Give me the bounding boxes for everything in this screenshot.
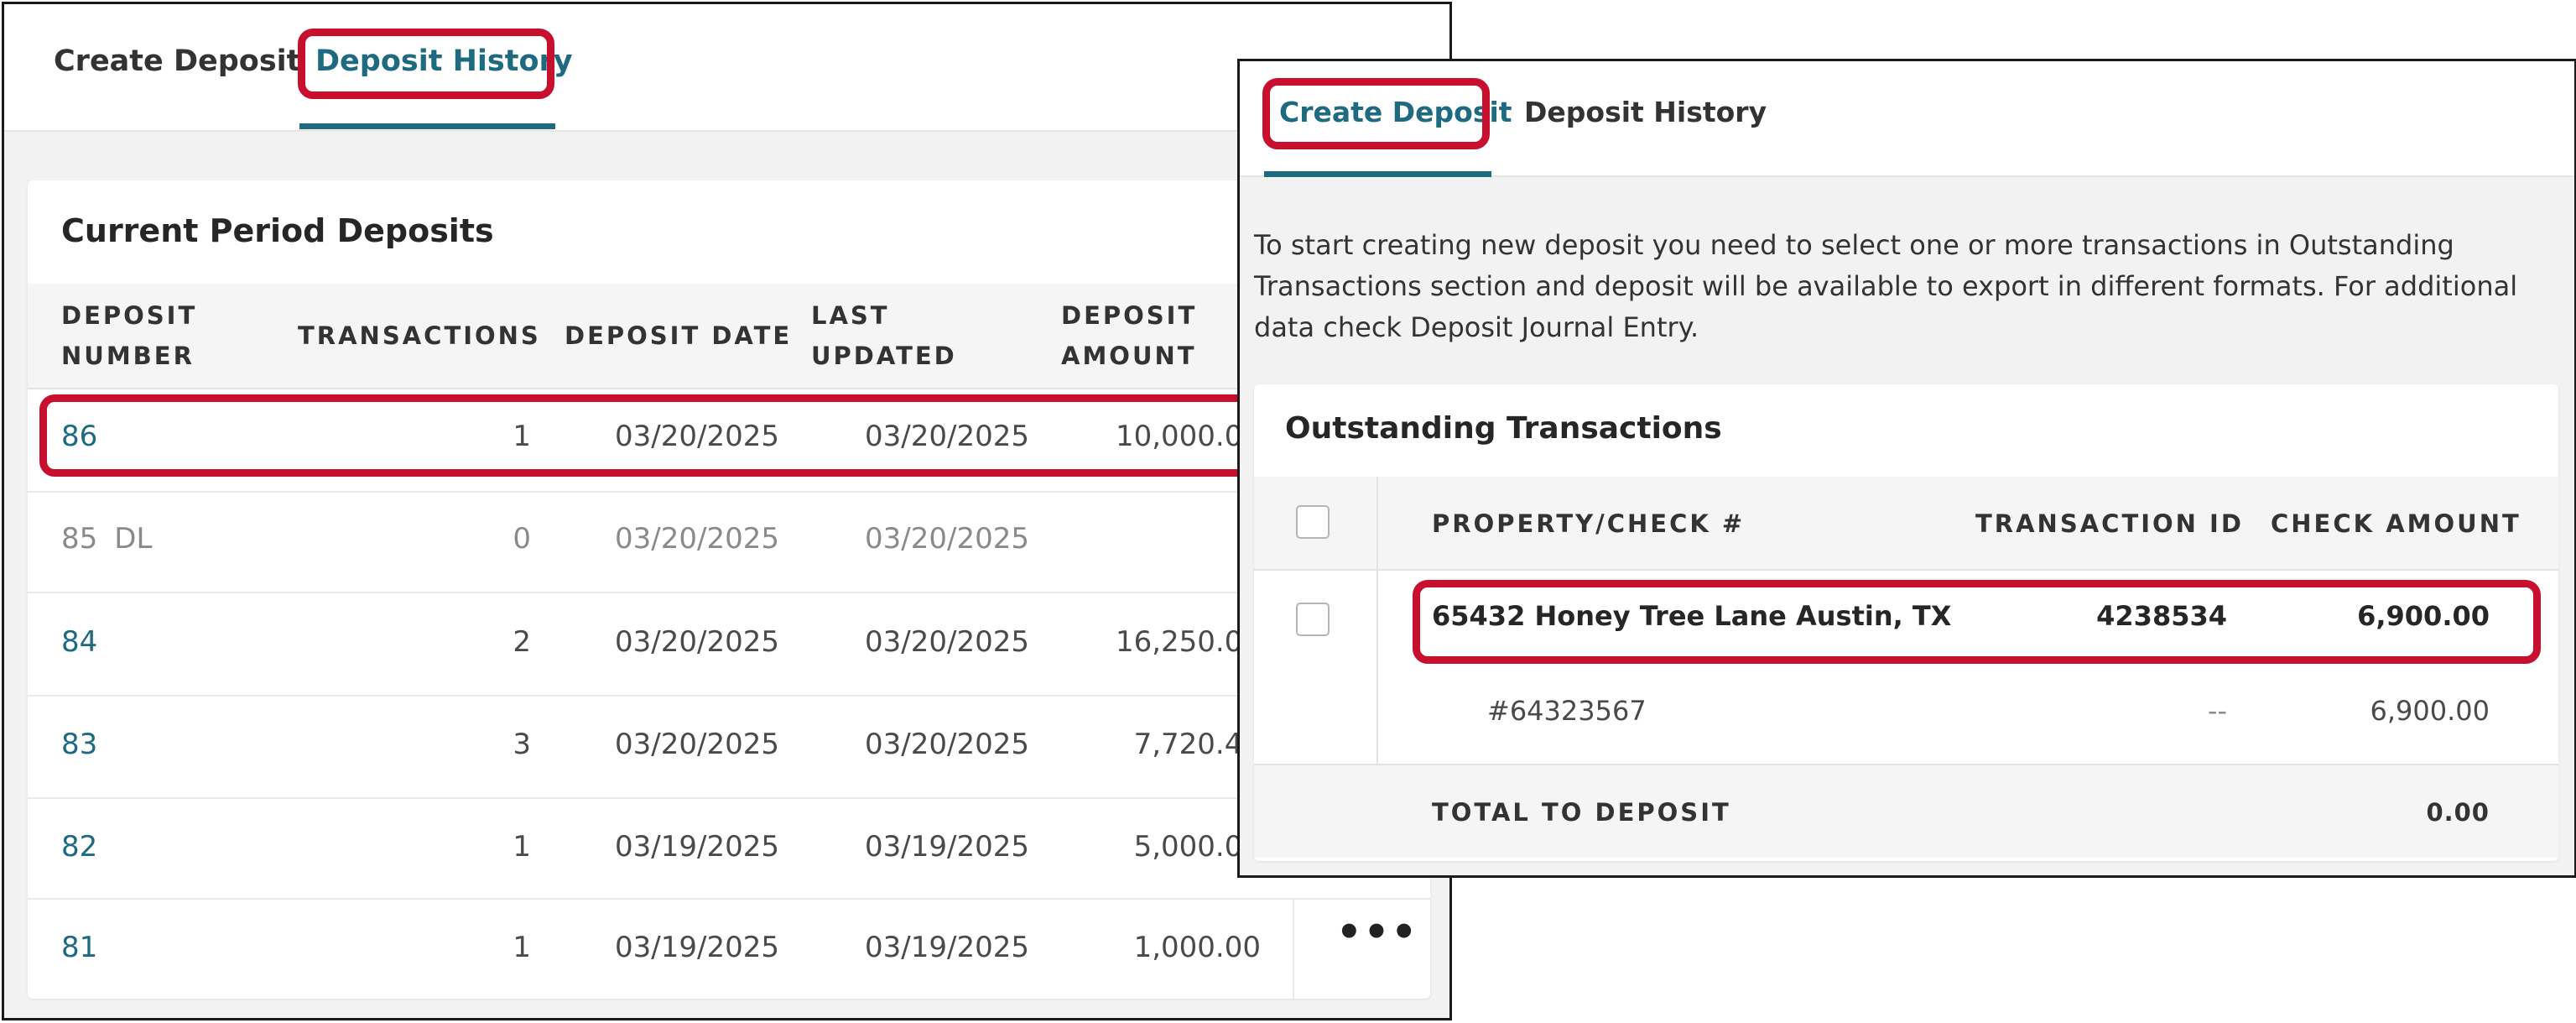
- deposit-number: 85 DL: [61, 522, 153, 556]
- deposit-date: 03/19/2025: [615, 830, 779, 864]
- deposit-amount: 5,000.00: [1133, 830, 1261, 864]
- row-divider: [28, 695, 1430, 697]
- total-row: TOTAL TO DEPOSIT 0.00: [1254, 764, 2558, 858]
- more-actions-button[interactable]: •••: [1336, 909, 1418, 956]
- col-deposit-date: DEPOSIT DATE: [565, 321, 793, 350]
- create-deposit-window: Create Deposit Deposit History To start …: [1237, 59, 2576, 878]
- current-period-deposits-card: Current Period Deposits DEPOSIT NUMBER T…: [28, 180, 1430, 999]
- tab-create-deposit[interactable]: Create Deposit: [54, 44, 300, 78]
- deposit-amount: 16,250.00: [1115, 625, 1261, 659]
- instructions-text: To start creating new deposit you need t…: [1254, 229, 2518, 343]
- card-title: Current Period Deposits: [61, 212, 494, 249]
- active-tab-indicator: [299, 123, 555, 129]
- row-divider: [28, 797, 1430, 799]
- checkbox-column-divider: [1376, 477, 1378, 571]
- deposit-number-link[interactable]: 81: [61, 931, 97, 964]
- select-all-checkbox[interactable]: [1296, 505, 1330, 539]
- deposit-amount: 7,720.46: [1133, 728, 1261, 761]
- transaction-checkbox[interactable]: [1296, 603, 1330, 636]
- checkbox-column-divider: [1376, 571, 1378, 764]
- outstanding-transactions-card: Outstanding Transactions PROPERTY/CHECK …: [1254, 384, 2558, 861]
- deposit-number-link[interactable]: 84: [61, 625, 97, 659]
- transaction-id: 4238534: [2096, 600, 2227, 632]
- tab-deposit-history[interactable]: Deposit History: [315, 44, 573, 78]
- deposit-amount: --: [992, 522, 1261, 556]
- active-tab-indicator: [1264, 171, 1491, 177]
- col-last-updated: LAST UPDATED: [811, 301, 957, 370]
- property-address: 65432 Honey Tree Lane Austin, TX: [1432, 600, 1952, 632]
- deposit-number-link[interactable]: 82: [61, 830, 97, 864]
- deposit-amount: 1,000.00: [1133, 931, 1261, 964]
- card-title: Outstanding Transactions: [1285, 411, 1722, 446]
- tab-deposit-history[interactable]: Deposit History: [1524, 96, 1767, 128]
- total-label: TOTAL TO DEPOSIT: [1432, 798, 1731, 827]
- deposit-amount: 10,000.00: [1115, 420, 1261, 453]
- check-transaction-id: --: [2207, 695, 2227, 727]
- transactions-count: 1: [513, 931, 531, 964]
- row-divider: [28, 898, 1430, 900]
- tab-bar: Create Deposit Deposit History: [4, 4, 1449, 132]
- deposit-date: 03/20/2025: [615, 420, 779, 453]
- check-line-amount: 6,900.00: [2370, 695, 2490, 727]
- deposit-date: 03/20/2025: [615, 728, 779, 761]
- deposit-history-window: Create Deposit Deposit History Current P…: [2, 2, 1452, 1020]
- transactions-count: 1: [513, 420, 531, 453]
- col-deposit-amount: DEPOSIT AMOUNT: [1061, 301, 1198, 370]
- col-deposit-number: DEPOSIT NUMBER: [61, 301, 198, 370]
- deposit-date: 03/20/2025: [615, 625, 779, 659]
- col-transaction-id: TRANSACTION ID: [1975, 509, 2244, 538]
- transactions-count: 1: [513, 830, 531, 864]
- check-number: #64323567: [1487, 695, 1647, 727]
- transactions-count: 3: [513, 728, 531, 761]
- deposit-date: 03/19/2025: [615, 931, 779, 964]
- table-header: PROPERTY/CHECK # TRANSACTION ID CHECK AM…: [1254, 477, 2558, 571]
- total-value: 0.00: [2426, 798, 2490, 827]
- row-divider: [28, 491, 1430, 493]
- col-check-amount: CHECK AMOUNT: [2271, 509, 2521, 538]
- dl-badge: DL: [114, 522, 153, 556]
- deposit-date: 03/20/2025: [615, 522, 779, 556]
- check-amount: 6,900.00: [2357, 600, 2490, 632]
- tab-create-deposit[interactable]: Create Deposit: [1279, 96, 1512, 128]
- col-transactions: TRANSACTIONS: [298, 321, 541, 350]
- tab-bar: Create Deposit Deposit History: [1240, 61, 2574, 177]
- deposit-number-link[interactable]: 83: [61, 728, 97, 761]
- col-property-check: PROPERTY/CHECK #: [1432, 509, 1746, 538]
- transactions-count: 2: [513, 625, 531, 659]
- row-divider: [28, 592, 1430, 593]
- actions-column-divider: [1293, 899, 1294, 999]
- deposit-number-link[interactable]: 86: [61, 420, 97, 453]
- transactions-count: 0: [513, 522, 531, 556]
- table-header: DEPOSIT NUMBER TRANSACTIONS DEPOSIT DATE…: [28, 284, 1430, 389]
